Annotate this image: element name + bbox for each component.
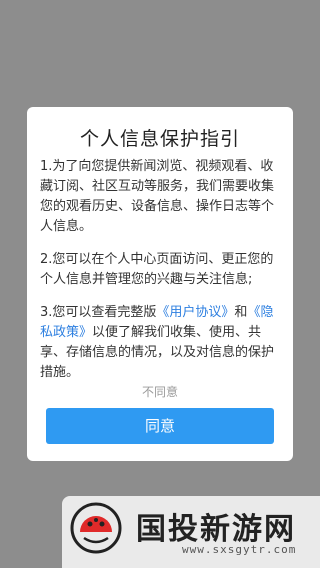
dialog-title: 个人信息保护指引 [79,128,240,150]
ladybug-logo-icon [70,502,122,554]
agree-button[interactable]: 同意 [46,408,274,444]
disagree-button[interactable]: 不同意 [27,383,293,400]
watermark-url: www.sxsgytr.com [182,543,297,556]
paragraph-3: 3.您可以查看完整版《用户协议》和《隐私政策》以便了解我们收集、使用、共享、存储… [40,303,282,383]
and-text: 和 [234,305,248,320]
dialog-content: 1.为了向您提供新闻浏览、视频观看、收藏订阅、社区互动等服务，我们需要收集您的观… [40,157,282,396]
user-agreement-link[interactable]: 《用户协议》 [156,305,234,320]
watermark-brand: 国投新游网 [136,512,296,547]
paragraph-2: 2.您可以在个人中心页面访问、更正您的个人信息并管理您的兴趣与关注信息; [40,252,274,287]
site-watermark: 国投新游网 www.sxsgytr.com [62,496,320,568]
privacy-dialog: 个人信息保护指引 1.为了向您提供新闻浏览、视频观看、收藏订阅、社区互动等服务，… [27,107,293,461]
paragraph-1: 1.为了向您提供新闻浏览、视频观看、收藏订阅、社区互动等服务，我们需要收集您的观… [40,159,275,234]
paragraph-3-prefix: 3.您可以查看完整版 [40,305,157,320]
